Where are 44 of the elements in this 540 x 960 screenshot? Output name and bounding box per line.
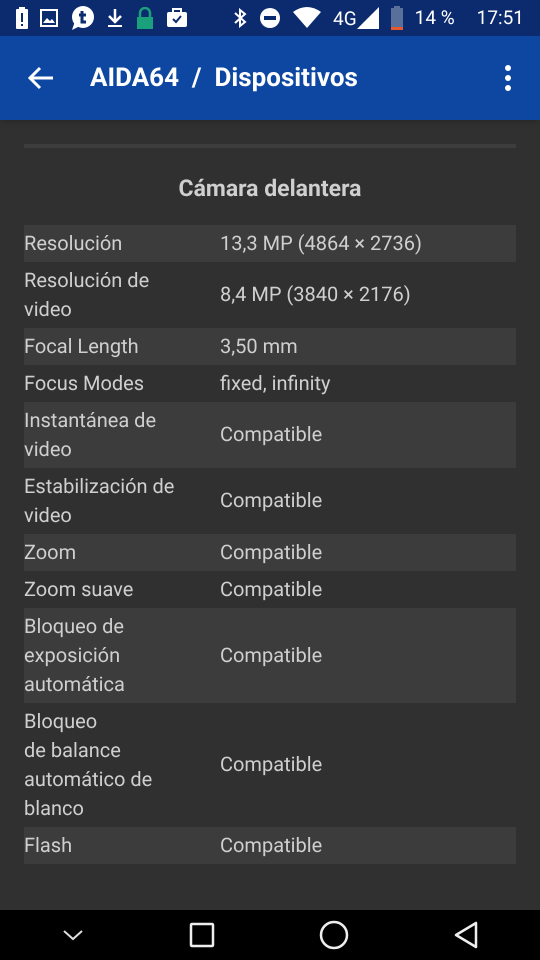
property-value: 8,4 MP (3840 × 2176) [220,281,411,308]
property-label: Zoom suave [24,576,134,602]
property-label: Resolución de video [24,266,150,322]
network-type-label: 4G [333,8,357,28]
download-icon [106,8,124,28]
property-label: Bloqueo de balance automático de blanco [24,708,154,822]
property-value: fixed, infinity [220,370,330,396]
property-label: Focal Length [24,332,140,360]
chat-bubble-icon [70,6,94,30]
do-not-disturb-icon [259,7,282,29]
bluetooth-icon [233,8,248,28]
property-value: Compatible [220,576,322,602]
battery-percentage: 14 % [414,4,455,31]
image-icon [40,9,58,27]
battery-icon [390,6,403,30]
property-label: Bloqueo de exposición automática [24,612,126,698]
home-circle-icon[interactable] [319,920,350,950]
chevron-down-icon[interactable] [62,928,84,942]
property-value: Compatible [220,421,322,448]
battery-alert-icon [16,7,28,29]
signal-icon [356,7,379,29]
property-label: Zoom [24,538,78,566]
property-label: Flash [24,832,74,858]
property-value: Compatible [220,642,322,668]
property-label: Estabilización de video [24,472,176,528]
section-heading: Cámara delantera [178,174,362,204]
back-triangle-icon[interactable] [454,921,478,949]
property-value: Compatible [220,538,322,566]
property-label: Focus Modes [24,370,146,396]
briefcase-icon [166,8,188,28]
property-label: Resolución [24,230,124,256]
back-arrow-icon[interactable] [28,66,54,90]
property-label: Instantánea de video [24,406,158,462]
more-options-icon[interactable] [504,65,512,91]
property-value: Compatible [220,487,322,514]
screen-title: AIDA64 / Dispositivos [90,62,358,94]
recents-square-icon[interactable] [188,922,215,948]
property-value: 3,50 mm [220,332,298,360]
property-value: 13,3 MP (4864 × 2736) [220,230,422,256]
clock-time: 17:51 [476,4,524,31]
property-value: Compatible [220,832,322,858]
wifi-icon [293,7,322,29]
property-value: Compatible [220,751,322,778]
lock-icon [136,7,154,29]
